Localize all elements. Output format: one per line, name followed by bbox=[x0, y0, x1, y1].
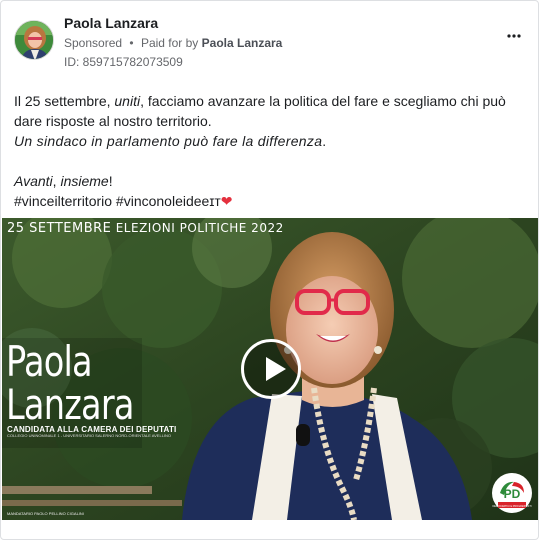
video-top-caption: 25 SETTEMBRE ELEZIONI POLITICHE 2022 bbox=[7, 221, 284, 236]
text-segment-italic: Avanti bbox=[14, 173, 53, 189]
paid-for-prefix: Paid for by bbox=[140, 36, 199, 50]
post-paragraph-2: Un sindaco in parlamento può fare la dif… bbox=[14, 131, 524, 151]
meta-separator: • bbox=[129, 36, 134, 50]
pd-logo-icon: PD DEMOCRATICI E PROGRESSISTI bbox=[492, 474, 532, 512]
text-segment-italic: uniti bbox=[114, 93, 141, 109]
post-paragraph-1: Il 25 settembre, uniti, facciamo avanzar… bbox=[14, 91, 524, 131]
hashtag-links[interactable]: #vinceilterritorio #vinconoleideeɪᴛ bbox=[14, 193, 221, 209]
play-button-icon[interactable] bbox=[241, 339, 301, 399]
video-player[interactable]: 25 SETTEMBRE ELEZIONI POLITICHE 2022 Pao… bbox=[2, 218, 538, 520]
author-avatar[interactable] bbox=[14, 20, 54, 60]
pd-logo-subtitle: DEMOCRATICI E PROGRESSISTI bbox=[492, 505, 531, 508]
pd-logo-letters: PD bbox=[504, 487, 521, 501]
video-candidate-district: COLLEGIO UNINOMINALE 1 - UNIVERSITARIO S… bbox=[7, 433, 172, 438]
post-header: Paola Lanzara Sponsored • Paid for by Pa… bbox=[14, 15, 526, 71]
post-text: Il 25 settembre, uniti, facciamo avanzar… bbox=[14, 91, 524, 211]
video-mandate-text: MANDATARIO PAOLO PELLINO CIGALINI bbox=[7, 511, 84, 516]
post-hashtags: #vinceilterritorio #vinconoleideeɪᴛ❤ bbox=[14, 191, 524, 211]
video-candidate-first-name: Paola bbox=[6, 337, 93, 386]
text-segment: Il 25 settembre, bbox=[14, 93, 115, 109]
ellipsis-icon bbox=[507, 34, 521, 38]
text-segment-italic: insieme bbox=[60, 173, 109, 189]
party-logo: PD DEMOCRATICI E PROGRESSISTI bbox=[492, 473, 532, 513]
video-election-caption: ELEZIONI POLITICHE 2022 bbox=[115, 221, 284, 235]
sponsorship-line: Sponsored • Paid for by Paola Lanzara bbox=[64, 36, 282, 50]
text-segment: ! bbox=[108, 173, 113, 189]
text-segment-italic: Un sindaco in parlamento può fare la dif… bbox=[14, 133, 323, 149]
more-options-icon[interactable] bbox=[502, 29, 526, 43]
video-date-caption: 25 SETTEMBRE bbox=[7, 221, 112, 236]
text-segment: . bbox=[322, 133, 327, 149]
sponsored-label: Sponsored bbox=[64, 36, 123, 50]
ad-id: ID: 859715782073509 bbox=[64, 55, 183, 69]
author-name[interactable]: Paola Lanzara bbox=[64, 15, 158, 31]
ad-card: Paola Lanzara Sponsored • Paid for by Pa… bbox=[0, 0, 539, 540]
post-paragraph-3: Avanti, insieme! bbox=[14, 171, 524, 191]
heart-icon: ❤ bbox=[220, 193, 233, 209]
video-candidate-last-name: Lanzara bbox=[6, 380, 134, 429]
paid-for-name: Paola Lanzara bbox=[201, 36, 283, 50]
